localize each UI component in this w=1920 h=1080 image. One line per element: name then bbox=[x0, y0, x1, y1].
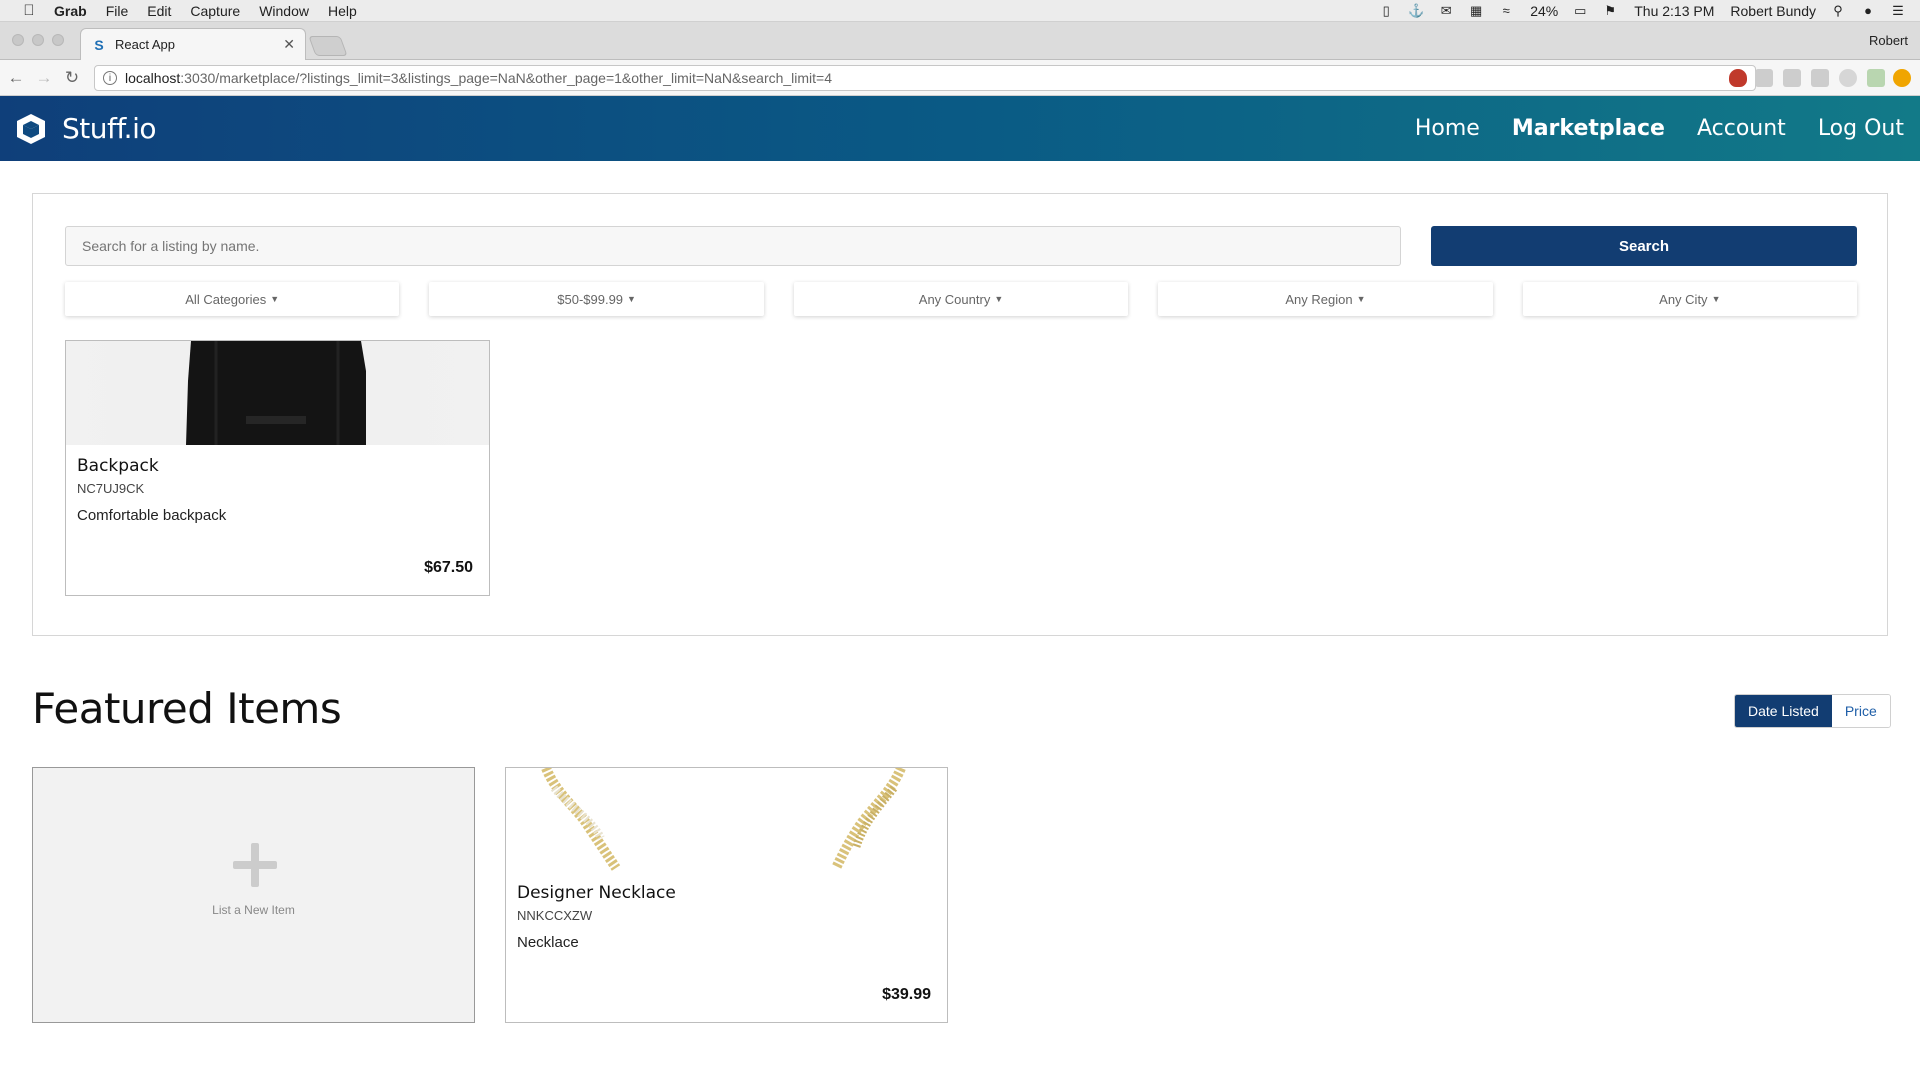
featured-item-description: Necklace bbox=[517, 934, 579, 951]
grid-icon[interactable]: ▦ bbox=[1468, 3, 1484, 18]
url-host: localhost bbox=[125, 70, 181, 86]
menu-window[interactable]: Window bbox=[259, 3, 309, 19]
sort-toggle-group: Date Listed Price bbox=[1734, 694, 1891, 728]
app-navbar: Stuff.io Home Marketplace Account Log Ou… bbox=[0, 96, 1920, 161]
new-tab-button[interactable] bbox=[308, 36, 348, 56]
listing-image bbox=[66, 341, 489, 445]
brand-name: Stuff.io bbox=[62, 112, 157, 145]
plus-icon bbox=[233, 843, 277, 887]
nav-marketplace[interactable]: Marketplace bbox=[1512, 116, 1665, 141]
menu-app-name[interactable]: Grab bbox=[54, 3, 87, 19]
siri-icon[interactable]: ● bbox=[1860, 3, 1876, 18]
featured-item-price: $39.99 bbox=[882, 986, 931, 1003]
caret-down-icon: ▼ bbox=[627, 294, 636, 304]
category-filter-label: All Categories bbox=[185, 291, 267, 307]
featured-items-heading: Featured Items bbox=[32, 684, 342, 733]
cube-logo-icon bbox=[17, 113, 45, 144]
featured-item-title: Designer Necklace bbox=[517, 883, 676, 903]
country-filter-label: Any Country bbox=[918, 291, 991, 307]
necklace-image bbox=[541, 768, 906, 871]
listing-code: NC7UJ9CK bbox=[77, 481, 145, 496]
notification-center-icon[interactable]: ☰ bbox=[1890, 3, 1906, 18]
menu-edit[interactable]: Edit bbox=[147, 3, 171, 19]
featured-item-image bbox=[506, 768, 947, 872]
listing-title: Backpack bbox=[77, 456, 159, 476]
list-new-item-label: List a New Item bbox=[212, 903, 295, 917]
search-input[interactable] bbox=[65, 226, 1401, 266]
list-new-item-card[interactable]: List a New Item bbox=[32, 767, 475, 1023]
docker-icon[interactable]: ⚓ bbox=[1408, 3, 1424, 18]
url-path: :3030/marketplace/?listings_limit=3&list… bbox=[180, 70, 833, 86]
city-filter-label: Any City bbox=[1659, 291, 1708, 307]
react-app-favicon-icon: S bbox=[94, 36, 104, 53]
featured-item-code: NNKCCXZW bbox=[517, 908, 593, 923]
menu-help[interactable]: Help bbox=[328, 3, 357, 19]
minimize-window-button[interactable] bbox=[32, 34, 44, 46]
nav-logout[interactable]: Log Out bbox=[1818, 116, 1904, 141]
window-controls bbox=[12, 34, 64, 46]
battery-percent[interactable]: 24% bbox=[1530, 3, 1558, 19]
nav-account[interactable]: Account bbox=[1697, 116, 1786, 141]
caret-down-icon: ▼ bbox=[994, 294, 1004, 304]
featured-item-card[interactable]: Designer Necklace NNKCCXZW Necklace $39.… bbox=[505, 767, 948, 1023]
macos-menu-bar:  Grab File Edit Capture Window Help ▯ ⚓… bbox=[0, 0, 1920, 22]
tab-title: React App bbox=[115, 37, 175, 52]
extension-icon-2[interactable] bbox=[1755, 69, 1773, 87]
wifi-icon[interactable]: ≈ bbox=[1498, 3, 1514, 18]
site-info-icon[interactable]: i bbox=[103, 71, 117, 85]
browser-toolbar: ← → ↻ i localhost :3030/marketplace/?lis… bbox=[0, 60, 1920, 96]
browser-profile-name[interactable]: Robert bbox=[1869, 33, 1908, 48]
listing-price: $67.50 bbox=[424, 559, 473, 576]
menu-capture[interactable]: Capture bbox=[190, 3, 240, 19]
notes-icon[interactable]: ▯ bbox=[1378, 3, 1394, 18]
price-filter-label: $50-$99.99 bbox=[557, 291, 624, 307]
caret-down-icon: ▼ bbox=[270, 294, 280, 304]
extension-icon-7[interactable] bbox=[1893, 69, 1911, 87]
extension-icon-5[interactable] bbox=[1839, 69, 1857, 87]
nav-links: Home Marketplace Account Log Out bbox=[1383, 116, 1904, 141]
close-window-button[interactable] bbox=[12, 34, 24, 46]
listing-card[interactable]: Backpack NC7UJ9CK Comfortable backpack $… bbox=[65, 340, 490, 596]
clock[interactable]: Thu 2:13 PM bbox=[1634, 3, 1714, 19]
reload-icon[interactable]: ↻ bbox=[60, 68, 84, 88]
backpack-image bbox=[186, 341, 366, 445]
forward-arrow-icon[interactable]: → bbox=[32, 68, 56, 88]
search-button[interactable]: Search bbox=[1431, 226, 1857, 266]
battery-icon[interactable]: ▭ bbox=[1572, 3, 1588, 18]
extension-icon-4[interactable] bbox=[1811, 69, 1829, 87]
sort-price-button[interactable]: Price bbox=[1831, 695, 1890, 727]
country-filter-dropdown[interactable]: Any Country ▼ bbox=[793, 282, 1129, 316]
address-bar[interactable]: i localhost :3030/marketplace/?listings_… bbox=[94, 65, 1756, 91]
spotlight-search-icon[interactable]: ⚲ bbox=[1830, 3, 1846, 18]
sort-date-listed-button[interactable]: Date Listed bbox=[1735, 695, 1832, 727]
region-filter-label: Any Region bbox=[1285, 291, 1353, 307]
filter-bar: All Categories ▼ $50-$99.99 ▼ Any Country ▼… bbox=[65, 282, 1858, 316]
caret-down-icon: ▼ bbox=[1356, 294, 1366, 304]
nav-home[interactable]: Home bbox=[1415, 116, 1480, 141]
apple-icon[interactable]:  bbox=[18, 2, 40, 19]
ublock-extension-icon[interactable] bbox=[1729, 69, 1747, 87]
brand[interactable]: Stuff.io bbox=[14, 112, 157, 146]
browser-tab[interactable]: S React App ✕ bbox=[80, 28, 306, 60]
us-flag-icon[interactable]: ⚑ bbox=[1602, 3, 1618, 18]
browser-tab-strip: S React App ✕ Robert bbox=[0, 22, 1920, 60]
close-tab-icon[interactable]: ✕ bbox=[283, 36, 295, 53]
caret-down-icon: ▼ bbox=[1711, 294, 1721, 304]
extension-icon-6[interactable] bbox=[1867, 69, 1885, 87]
category-filter-dropdown[interactable]: All Categories ▼ bbox=[65, 282, 400, 316]
user-name[interactable]: Robert Bundy bbox=[1730, 3, 1816, 19]
price-filter-dropdown[interactable]: $50-$99.99 ▼ bbox=[429, 282, 764, 316]
mail-icon[interactable]: ✉ bbox=[1438, 3, 1454, 18]
city-filter-dropdown[interactable]: Any City ▼ bbox=[1522, 282, 1858, 316]
extension-icon-3[interactable] bbox=[1783, 69, 1801, 87]
listing-description: Comfortable backpack bbox=[77, 507, 227, 524]
region-filter-dropdown[interactable]: Any Region ▼ bbox=[1158, 282, 1493, 316]
zoom-window-button[interactable] bbox=[52, 34, 64, 46]
menu-file[interactable]: File bbox=[106, 3, 129, 19]
back-arrow-icon[interactable]: ← bbox=[4, 68, 28, 88]
